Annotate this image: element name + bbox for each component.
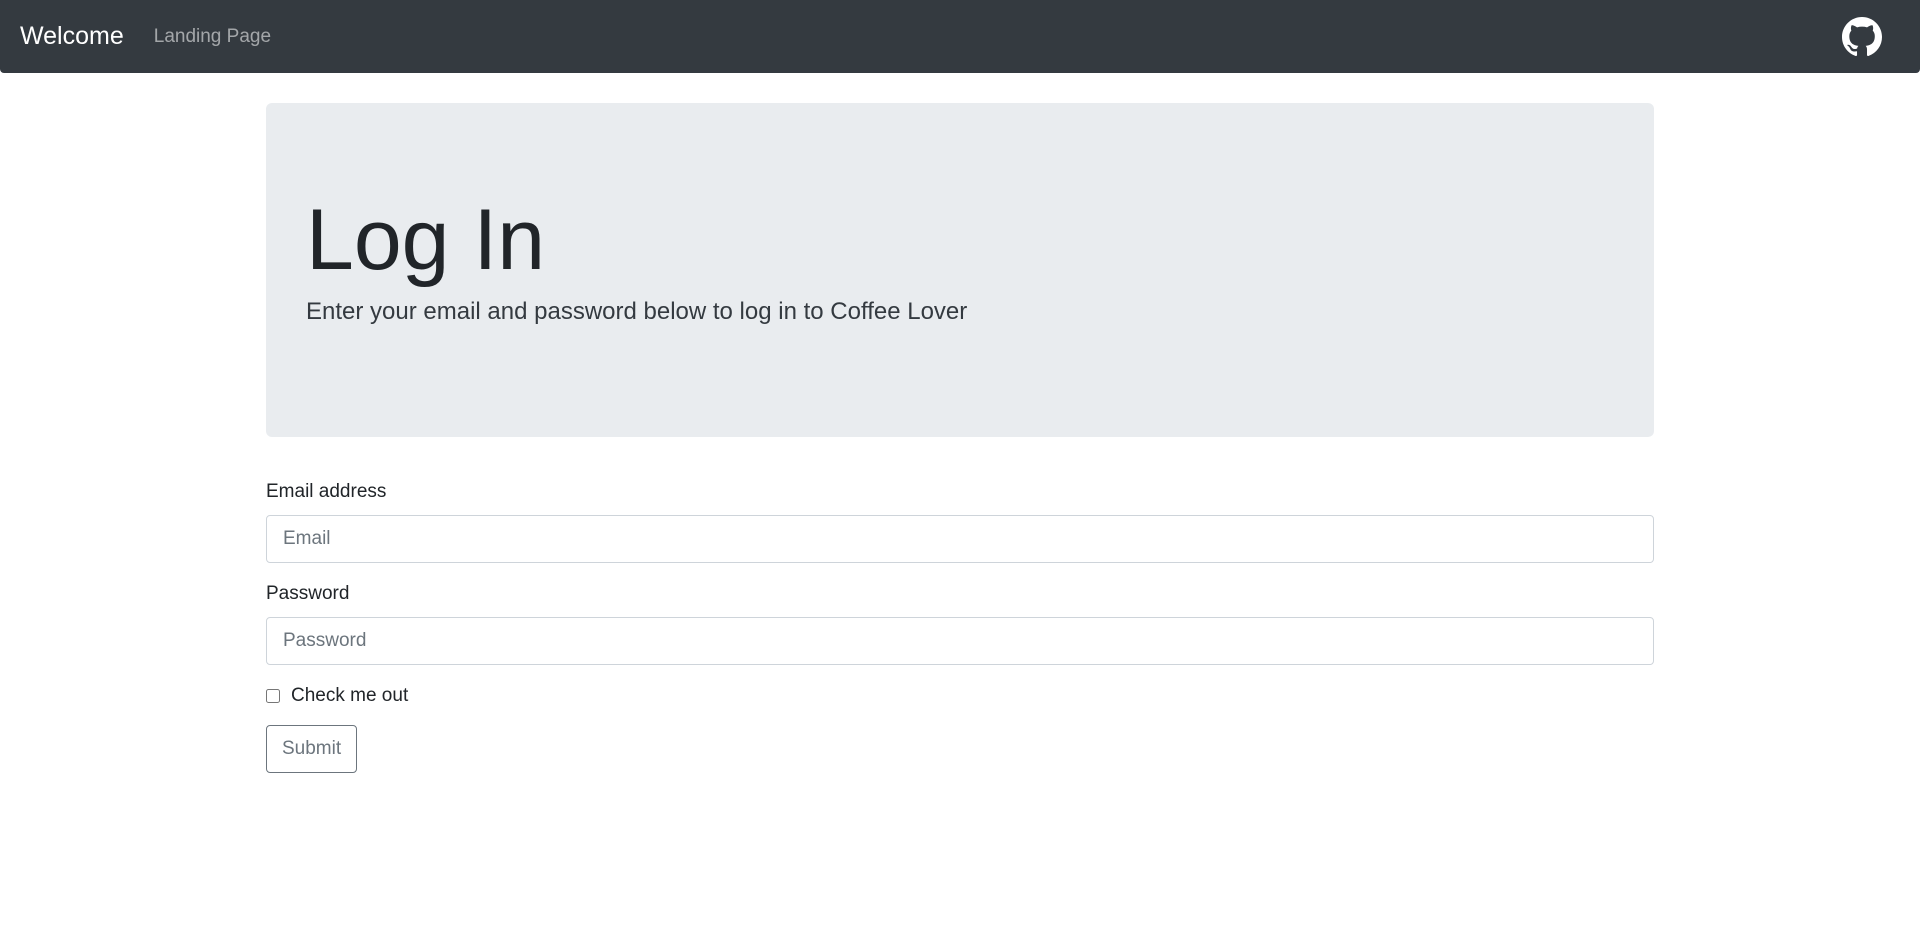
check-row: Check me out [266, 685, 1654, 707]
github-icon[interactable] [1842, 17, 1882, 57]
navbar-brand[interactable]: Welcome [20, 22, 124, 51]
navbar: Welcome Landing Page [0, 0, 1920, 73]
password-field[interactable] [266, 617, 1654, 665]
password-group: Password [266, 583, 1654, 665]
jumbotron: Log In Enter your email and password bel… [266, 103, 1654, 437]
submit-button[interactable]: Submit [266, 725, 358, 773]
page-lead: Enter your email and password below to l… [306, 297, 968, 325]
password-label: Password [266, 583, 350, 604]
page-title: Log In [306, 192, 546, 288]
main-container: Log In Enter your email and password bel… [266, 103, 1654, 773]
email-field[interactable] [266, 515, 1654, 563]
login-form: Email address Password Check me out Subm… [266, 481, 1654, 773]
check-me-out-checkbox[interactable] [266, 689, 280, 703]
check-label: Check me out [291, 685, 409, 706]
email-group: Email address [266, 481, 1654, 563]
email-label: Email address [266, 481, 387, 502]
nav-link-landing-page[interactable]: Landing Page [154, 26, 271, 48]
